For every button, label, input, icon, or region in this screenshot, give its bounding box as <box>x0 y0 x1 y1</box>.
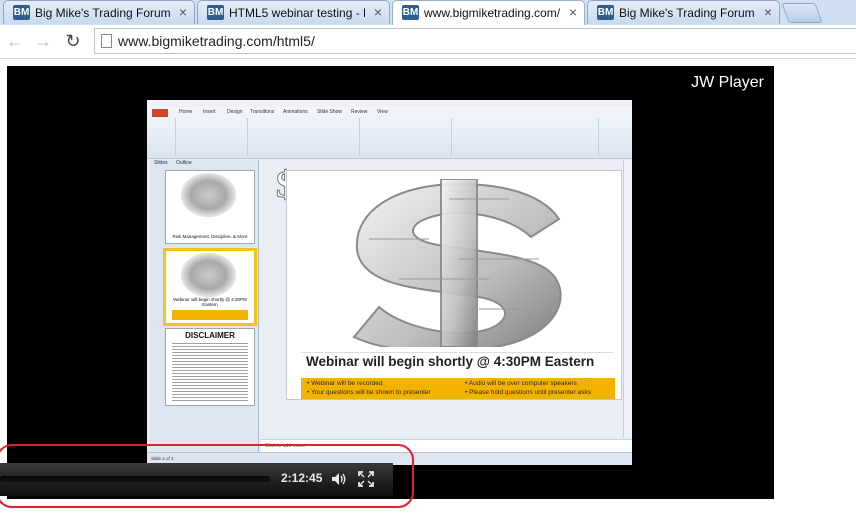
ribbon-tab-review: Review <box>351 109 368 115</box>
video-player[interactable]: JW Player Home Insert Design Transitions… <box>7 66 774 499</box>
forward-arrow-icon[interactable]: → <box>32 31 54 52</box>
browser-tab-4[interactable]: BM Big Mike's Trading Forum - Re × <box>587 0 780 24</box>
ribbon-tab-home: Home <box>179 109 193 115</box>
ribbon-group <box>149 118 176 156</box>
bullet-item: Audio will be over computer speakers <box>465 380 577 387</box>
browser-tab-1[interactable]: BM Big Mike's Trading Forum × <box>3 0 195 24</box>
player-brand: JW Player <box>691 74 764 91</box>
dollar-icon <box>181 173 236 217</box>
browser-tab-3[interactable]: BM www.bigmiketrading.com/htr × <box>392 0 585 25</box>
tab-title: www.bigmiketrading.com/htr <box>424 6 560 20</box>
slide-thumbnail-2: Webinar will begin shortly @ 4:30PM East… <box>163 248 257 326</box>
ribbon-tab-view: View <box>377 109 388 115</box>
reload-icon[interactable]: ↻ <box>62 31 84 52</box>
bm-favicon-icon: BM <box>597 5 614 20</box>
ribbon-tab-insert: Insert <box>203 109 216 115</box>
bullet-item: Webinar will be recorded <box>307 380 382 387</box>
ribbon-group <box>249 118 360 156</box>
dollar-icon <box>181 253 236 297</box>
ribbon-tab-design: Design <box>227 109 243 115</box>
browser-tab-2[interactable]: BM HTML5 webinar testing - Fee × <box>197 0 390 24</box>
thumbnail-caption: Risk Management, Discipline, & More <box>172 234 248 239</box>
powerpoint-ribbon: Home Insert Design Transitions Animation… <box>147 107 632 159</box>
slides-outline-tabs: Slides Outline <box>154 160 192 166</box>
current-slide: Webinar will begin shortly @ 4:30PM East… <box>287 171 621 399</box>
new-tab-button[interactable] <box>781 3 823 23</box>
tab-title: Big Mike's Trading Forum <box>35 6 170 20</box>
ribbon-tab-transitions: Transitions <box>250 109 275 115</box>
ribbon-tab-slideshow: Slide Show <box>317 109 343 115</box>
close-tab-icon[interactable]: × <box>569 4 577 20</box>
thumbnail-caption: Webinar will begin shortly @ 4:30PM East… <box>173 297 247 307</box>
tab-title: HTML5 webinar testing - Fee <box>229 6 365 20</box>
slides-panel: Slides Outline Risk Management, Discipli… <box>150 160 259 458</box>
tab-title: Big Mike's Trading Forum - Re <box>619 6 755 20</box>
ribbon-group <box>453 118 599 156</box>
vertical-scrollbar <box>623 160 631 438</box>
bullet-item: Please hold questions until presenter as… <box>465 389 591 396</box>
back-arrow-icon[interactable]: ← <box>4 31 26 52</box>
url-text[interactable]: www.bigmiketrading.com/html5/ <box>118 33 315 49</box>
bullet-item: Your questions will be shown to presente… <box>307 389 431 396</box>
slide-thumbnail-3: DISCLAIMER <box>165 328 255 406</box>
tab-strip: BM Big Mike's Trading Forum × BM HTML5 w… <box>0 0 856 25</box>
ribbon-group <box>361 118 452 156</box>
bm-favicon-icon: BM <box>402 5 419 20</box>
shared-screen-powerpoint: Home Insert Design Transitions Animation… <box>147 100 632 465</box>
slide-bullet-box: Webinar will be recorded Your questions … <box>301 378 615 399</box>
close-tab-icon[interactable]: × <box>179 4 187 20</box>
close-tab-icon[interactable]: × <box>764 4 772 20</box>
puzzle-dollar-icon <box>352 179 562 347</box>
ribbon-group <box>177 118 248 156</box>
slide-thumbnail-1: Risk Management, Discipline, & More <box>165 170 255 244</box>
annotation-highlight <box>0 444 414 508</box>
slide-heading: Webinar will begin shortly @ 4:30PM East… <box>306 354 595 369</box>
page-icon <box>101 34 112 48</box>
bm-favicon-icon: BM <box>13 5 30 20</box>
ribbon-tabs: Home Insert Design Transitions Animation… <box>147 107 632 117</box>
bm-favicon-icon: BM <box>207 5 224 20</box>
ribbon-tab-animations: Animations <box>283 109 308 115</box>
address-bar[interactable]: www.bigmiketrading.com/html5/ <box>94 28 856 54</box>
disclaimer-title: DISCLAIMER <box>185 331 235 340</box>
browser-toolbar: ← → ↻ www.bigmiketrading.com/html5/ <box>0 25 856 59</box>
powerpoint-titlebar <box>147 100 632 107</box>
disclaimer-body <box>172 343 248 401</box>
thumbnail-bar <box>172 310 248 320</box>
close-tab-icon[interactable]: × <box>374 4 382 20</box>
file-tab <box>152 109 168 117</box>
